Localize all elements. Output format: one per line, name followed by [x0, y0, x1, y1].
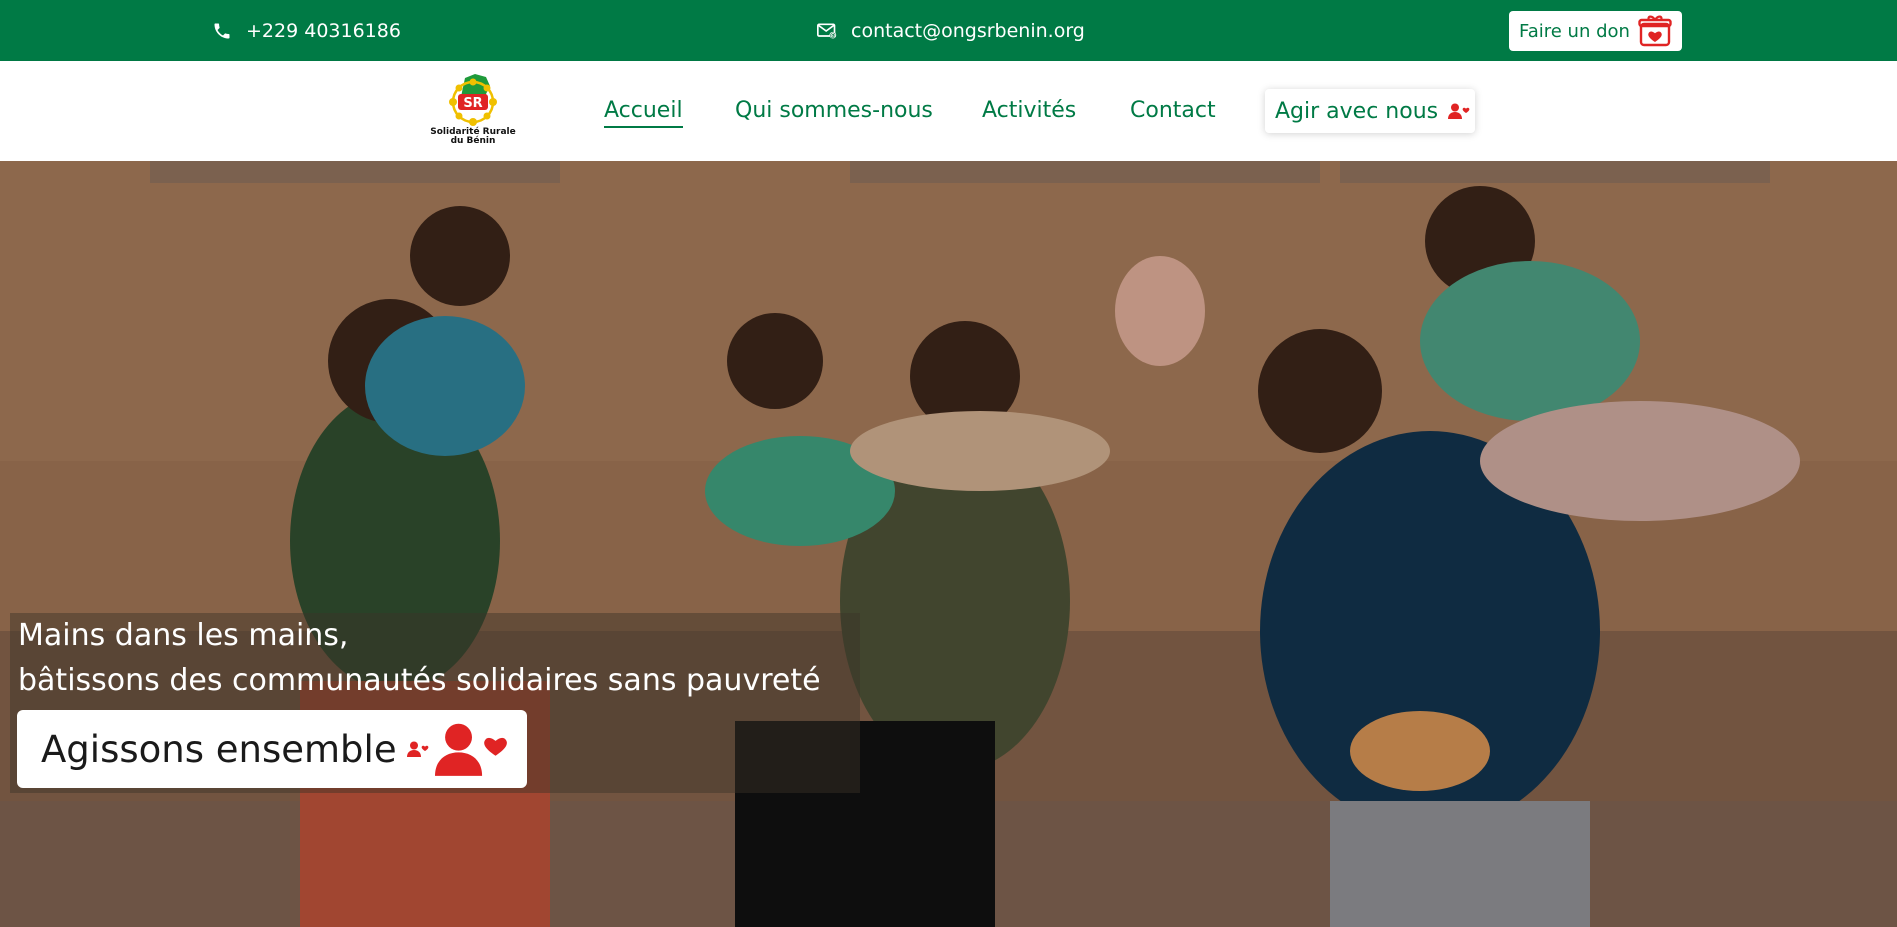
- site-logo[interactable]: SR Solidarité Rurale du Bénin: [420, 72, 526, 152]
- donate-button[interactable]: Faire un don: [1509, 11, 1682, 51]
- hero-tagline-line2: bâtissons des communautés solidaires san…: [18, 663, 821, 698]
- phone-icon: [214, 23, 230, 39]
- agissons-ensemble-label: Agissons ensemble: [41, 727, 397, 771]
- svg-text:@: @: [830, 33, 836, 39]
- hero-overlay: [0, 161, 1897, 927]
- email-icon: @: [817, 23, 837, 39]
- email-contact[interactable]: @ contact@ongsrbenin.org: [817, 18, 1085, 44]
- user-heart-icon: [1448, 103, 1470, 119]
- nav-item-contact[interactable]: Contact: [1130, 96, 1216, 126]
- agir-avec-nous-label: Agir avec nous: [1275, 98, 1439, 124]
- donate-label: Faire un don: [1519, 20, 1630, 42]
- hero-caption-box: Mains dans les mains, bâtissons des comm…: [10, 613, 860, 793]
- main-navbar: SR Solidarité Rurale du Bénin Accueil Qu…: [0, 61, 1897, 161]
- user-heart-icon-small: [406, 741, 428, 757]
- agissons-ensemble-button[interactable]: Agissons ensemble: [17, 710, 527, 788]
- logo-emblem: SR: [449, 74, 497, 126]
- nav-item-accueil[interactable]: Accueil: [604, 96, 683, 128]
- agir-avec-nous-button[interactable]: Agir avec nous: [1265, 89, 1475, 133]
- phone-contact[interactable]: +229 40316186: [212, 18, 401, 44]
- email-address: contact@ongsrbenin.org: [851, 20, 1085, 42]
- user-heart-icon: [434, 723, 507, 776]
- logo-caption: Solidarité Rurale du Bénin: [420, 128, 526, 146]
- gift-heart-icon: [1638, 15, 1672, 47]
- logo-caption-line2: du Bénin: [450, 136, 496, 146]
- nav-item-qui-sommes-nous[interactable]: Qui sommes-nous: [735, 96, 933, 126]
- hero-tagline-line1: Mains dans les mains,: [18, 618, 349, 653]
- phone-number: +229 40316186: [246, 20, 401, 42]
- nav-item-activites[interactable]: Activités: [982, 96, 1076, 126]
- top-contact-bar: +229 40316186 @ contact@ongsrbenin.org F…: [0, 0, 1897, 61]
- hero-section: Mains dans les mains, bâtissons des comm…: [0, 161, 1897, 927]
- logo-initials: SR: [463, 96, 482, 111]
